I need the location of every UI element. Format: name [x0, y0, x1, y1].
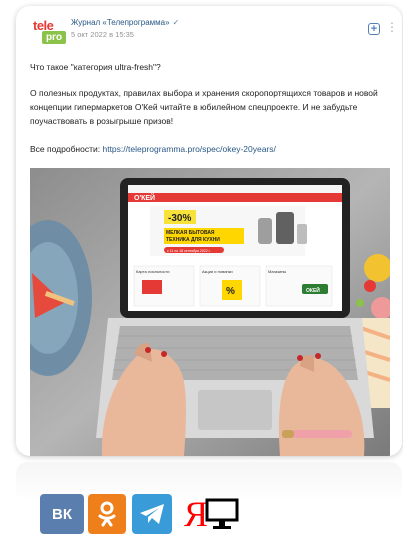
- odnoklassniki-icon: [98, 501, 116, 527]
- telegram-share-button[interactable]: [132, 494, 172, 534]
- add-icon[interactable]: +: [368, 23, 380, 35]
- tile-button-text: ОКЕЙ: [306, 286, 320, 294]
- post-link[interactable]: https://teleprogramma.pro/spec/okey-20ye…: [102, 144, 275, 154]
- channel-avatar[interactable]: tele pro: [32, 14, 68, 48]
- monitor-icon: [205, 498, 239, 529]
- vk-icon: ВК: [52, 505, 72, 523]
- post-date[interactable]: 5 окт 2022 в 15:35: [71, 30, 134, 39]
- store-brand-text: О'КЕЙ: [134, 193, 155, 202]
- telegram-icon: [140, 504, 164, 524]
- post-text-question: Что такое "категория ultra-fresh"?: [30, 62, 161, 72]
- percent-badge: %: [226, 286, 235, 297]
- promo-dates: с 11 по 18 сентября 2022 г.: [167, 249, 211, 253]
- post-photo[interactable]: О'КЕЙ -30% МЕЛКАЯ БЫТОВАЯ ТЕХНИКА ДЛЯ КУ…: [30, 168, 390, 456]
- laptop-photo-illustration: О'КЕЙ -30% МЕЛКАЯ БЫТОВАЯ ТЕХНИКА ДЛЯ КУ…: [30, 168, 390, 456]
- post-text-body: О полезных продуктах, правилах выбора и …: [30, 88, 378, 126]
- promo-line1: МЕЛКАЯ БЫТОВАЯ: [166, 230, 215, 236]
- author-name[interactable]: Журнал «Телепрограмма» ✓: [71, 18, 179, 27]
- desktop-share-button[interactable]: [202, 494, 242, 534]
- more-label: Все подробности:: [30, 144, 101, 154]
- more-icon[interactable]: ⋮: [386, 20, 398, 34]
- verified-icon: ✓: [172, 18, 180, 27]
- tile-label-loyalty: Карта лояльности: [136, 269, 170, 274]
- logo-text-pro: pro: [42, 31, 66, 44]
- author-label[interactable]: Журнал «Телепрограмма»: [71, 18, 170, 27]
- post-card: tele pro Журнал «Телепрограмма» ✓ 5 окт 2…: [16, 6, 402, 456]
- discount-text: -30%: [168, 213, 191, 224]
- post-text-more: Все подробности: https://teleprogramma.p…: [30, 142, 390, 156]
- tile-label-promos: Акции и новинки: [202, 269, 233, 274]
- vk-share-button[interactable]: ВК: [40, 494, 84, 534]
- tile-label-stores: Магазины: [268, 269, 286, 274]
- promo-line2: ТЕХНИКА ДЛЯ КУХНИ: [166, 237, 220, 243]
- ok-share-button[interactable]: [88, 494, 126, 534]
